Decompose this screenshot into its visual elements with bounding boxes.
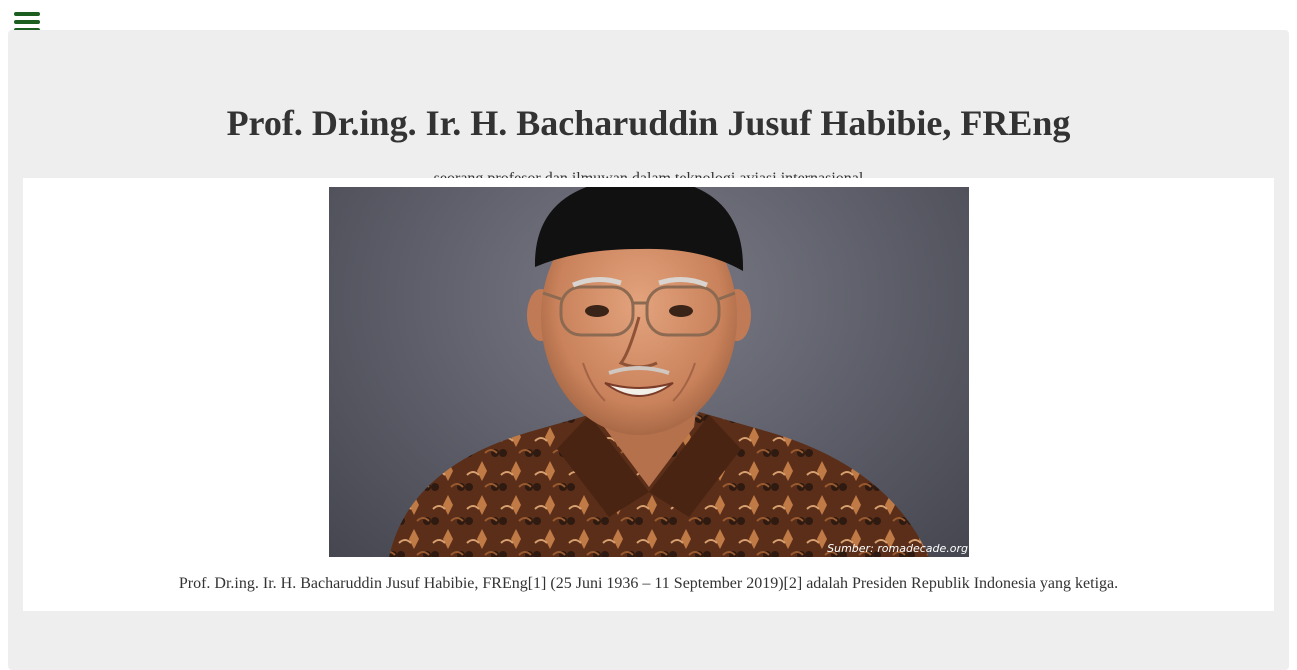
image-source-credit: Sumber: romadecade.org — [827, 542, 968, 555]
image-caption: Prof. Dr.ing. Ir. H. Bacharuddin Jusuf H… — [178, 575, 1119, 592]
portrait-photo: Sumber: romadecade.org — [329, 187, 969, 557]
portrait-illustration — [389, 187, 929, 557]
page-title: Prof. Dr.ing. Ir. H. Bacharuddin Jusuf H… — [226, 103, 1071, 143]
image-card: Sumber: romadecade.org Prof. Dr.ing. Ir.… — [23, 178, 1274, 611]
menu-bar-top — [14, 12, 40, 16]
menu-bar-middle — [14, 20, 40, 24]
